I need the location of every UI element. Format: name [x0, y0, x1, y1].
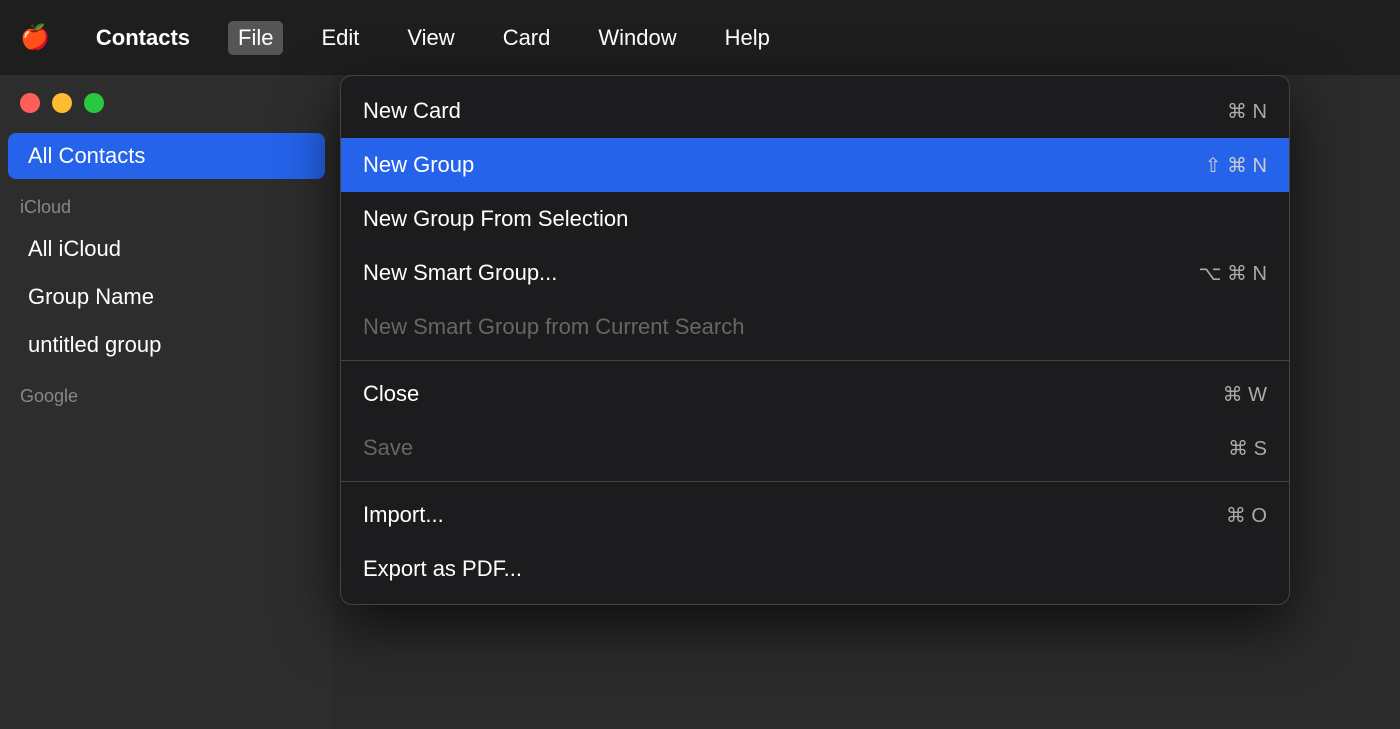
help-menu[interactable]: Help: [715, 21, 780, 55]
window-menu[interactable]: Window: [588, 21, 686, 55]
edit-menu[interactable]: Edit: [311, 21, 369, 55]
menu-item-new-group-from-selection[interactable]: New Group From Selection: [341, 192, 1289, 246]
view-menu[interactable]: View: [397, 21, 464, 55]
app-name[interactable]: Contacts: [86, 21, 200, 55]
menubar: 🍎 Contacts File Edit View Card Window He…: [0, 0, 1400, 75]
sidebar-section-icloud: iCloud: [0, 181, 333, 224]
menu-separator-2: [341, 481, 1289, 482]
menu-item-new-smart-group-search: New Smart Group from Current Search: [341, 300, 1289, 354]
menu-item-export-pdf[interactable]: Export as PDF...: [341, 542, 1289, 596]
traffic-lights: [0, 75, 333, 131]
sidebar-item-group-name[interactable]: Group Name: [8, 274, 325, 320]
minimize-button[interactable]: [52, 93, 72, 113]
main-area: All Contacts iCloud All iCloud Group Nam…: [0, 75, 1400, 729]
file-menu[interactable]: File: [228, 21, 283, 55]
sidebar-item-all-contacts[interactable]: All Contacts: [8, 133, 325, 179]
menu-item-new-card[interactable]: New Card ⌘ N: [341, 84, 1289, 138]
sidebar-item-all-icloud[interactable]: All iCloud: [8, 226, 325, 272]
sidebar: All Contacts iCloud All iCloud Group Nam…: [0, 75, 333, 729]
menu-item-import[interactable]: Import... ⌘ O: [341, 488, 1289, 542]
sidebar-item-untitled-group[interactable]: untitled group: [8, 322, 325, 368]
apple-menu-icon[interactable]: 🍎: [20, 23, 50, 52]
sidebar-section-google: Google: [0, 370, 333, 413]
close-button[interactable]: [20, 93, 40, 113]
menu-separator-1: [341, 360, 1289, 361]
menu-item-close[interactable]: Close ⌘ W: [341, 367, 1289, 421]
card-menu[interactable]: Card: [493, 21, 561, 55]
menu-item-save: Save ⌘ S: [341, 421, 1289, 475]
menu-item-new-smart-group[interactable]: New Smart Group... ⌥ ⌘ N: [341, 246, 1289, 300]
menu-item-new-group[interactable]: New Group ⇧ ⌘ N: [341, 138, 1289, 192]
zoom-button[interactable]: [84, 93, 104, 113]
file-dropdown-menu: New Card ⌘ N New Group ⇧ ⌘ N New Group F…: [340, 75, 1290, 605]
